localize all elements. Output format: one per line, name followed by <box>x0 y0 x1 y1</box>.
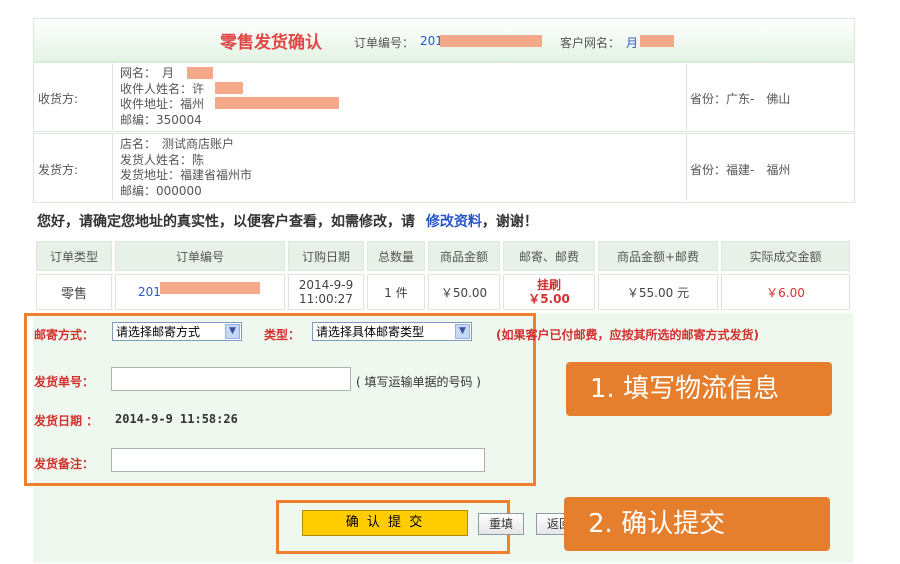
col-order-no: 订单编号 <box>115 241 285 271</box>
sender-label: 发货方: <box>38 163 79 177</box>
chevron-down-icon: ▼ <box>455 324 470 339</box>
cell-order-date: 2014-9-9 11:00:27 <box>288 274 364 310</box>
order-time: 11:00:27 <box>299 292 353 306</box>
cell-actual: ￥6.00 <box>721 274 850 310</box>
tracking-hint: ( 填写运输单据的号码 ) <box>356 375 481 389</box>
order-no-link[interactable]: 201 <box>138 285 161 299</box>
address-notice: 您好，请确定您地址的真实性，以便客户查看，如需修改，请 修改资料，谢谢！ <box>37 211 538 231</box>
customer-value: 月 <box>626 36 639 50</box>
shipping-fee: ￥5.00 <box>528 292 570 306</box>
page-title: 零售发货确认 <box>220 33 322 53</box>
col-actual: 实际成交金额 <box>721 241 850 271</box>
receiver-address: 收件地址：福州 <box>120 97 205 111</box>
sender-province: 省份：福建- 福州 <box>690 163 791 177</box>
mail-method-select[interactable]: 请选择邮寄方式 ▼ <box>112 322 242 341</box>
type-value: 请选择具体邮寄类型 <box>316 325 425 339</box>
remark-input[interactable] <box>111 448 485 472</box>
order-no-label: 订单编号： <box>354 36 415 50</box>
redaction-bar <box>215 97 339 109</box>
chevron-down-icon: ▼ <box>225 324 240 339</box>
table-header-row: 订单类型 订单编号 订购日期 总数量 商品金额 邮寄、邮费 商品金额+邮费 实际… <box>36 241 850 271</box>
cell-qty: 1 件 <box>367 274 425 310</box>
receiver-province: 省份：广东- 佛山 <box>690 92 791 106</box>
col-total: 商品金额+邮费 <box>598 241 718 271</box>
order-table: 订单类型 订单编号 订购日期 总数量 商品金额 邮寄、邮费 商品金额+邮费 实际… <box>33 238 853 313</box>
notice-text: 您好，请确定您地址的真实性，以便客户查看，如需修改，请 <box>37 214 415 230</box>
shipping-method: 挂刷 <box>536 278 561 292</box>
redaction-bar <box>215 82 243 94</box>
callout-step1: 1. 填写物流信息 <box>566 362 832 416</box>
col-order-date: 订购日期 <box>288 241 364 271</box>
notice-suffix: ，谢谢！ <box>481 214 538 230</box>
redaction-bar <box>187 67 213 79</box>
sender-details: 店名： 测试商店账户 发货人姓名：陈 发货地址：福建省福州市 邮编：000000 <box>120 137 252 199</box>
sender-zip: 邮编：000000 <box>120 183 202 198</box>
reset-button[interactable]: 重填 <box>478 513 524 535</box>
table-row: 零售 201 2014-9-9 11:00:27 1 件 ￥50.00 挂刷 ￥… <box>36 274 850 310</box>
remark-label: 发货备注： <box>34 457 95 471</box>
order-date: 2014-9-9 <box>298 278 354 292</box>
tracking-input[interactable] <box>111 367 351 391</box>
confirm-submit-button[interactable]: 确 认 提 交 <box>302 510 468 536</box>
edit-profile-link[interactable]: 修改资料 <box>426 214 482 230</box>
ship-date-label: 发货日期 ： <box>34 414 99 428</box>
cell-order-type: 零售 <box>36 274 112 310</box>
sender-name: 发货人姓名：陈 <box>120 152 205 167</box>
sender-shop: 店名： 测试商店账户 <box>120 137 235 151</box>
receiver-name: 收件人姓名：许 <box>120 81 205 96</box>
mail-method-label: 邮寄方式： <box>34 328 95 342</box>
tracking-label: 发货单号： <box>34 375 95 389</box>
customer-label: 客户网名： <box>560 36 621 50</box>
redaction-bar <box>440 35 542 47</box>
col-shipping: 邮寄、邮费 <box>503 241 595 271</box>
callout-step2: 2. 确认提交 <box>564 497 830 551</box>
sender-address: 发货地址：福建省福州市 <box>120 168 253 182</box>
cell-shipping: 挂刷 ￥5.00 <box>503 274 595 310</box>
cell-total: ￥55.00 元 <box>598 274 718 310</box>
mail-method-value: 请选择邮寄方式 <box>116 325 201 339</box>
cell-amount: ￥50.00 <box>428 274 500 310</box>
col-qty: 总数量 <box>367 241 425 271</box>
type-select[interactable]: 请选择具体邮寄类型 ▼ <box>312 322 472 341</box>
receiver-label: 收货方: <box>38 92 79 106</box>
receiver-zip: 邮编：350004 <box>120 112 202 127</box>
col-amount: 商品金额 <box>428 241 500 271</box>
col-order-type: 订单类型 <box>36 241 112 271</box>
type-label: 类型： <box>264 328 301 342</box>
paid-hint: (如果客户已付邮费，应按其所选的邮寄方式发货) <box>496 328 759 342</box>
ship-date-value: 2014-9-9 11:58:26 <box>115 412 238 426</box>
redaction-bar <box>160 282 260 294</box>
redaction-bar <box>640 35 674 47</box>
